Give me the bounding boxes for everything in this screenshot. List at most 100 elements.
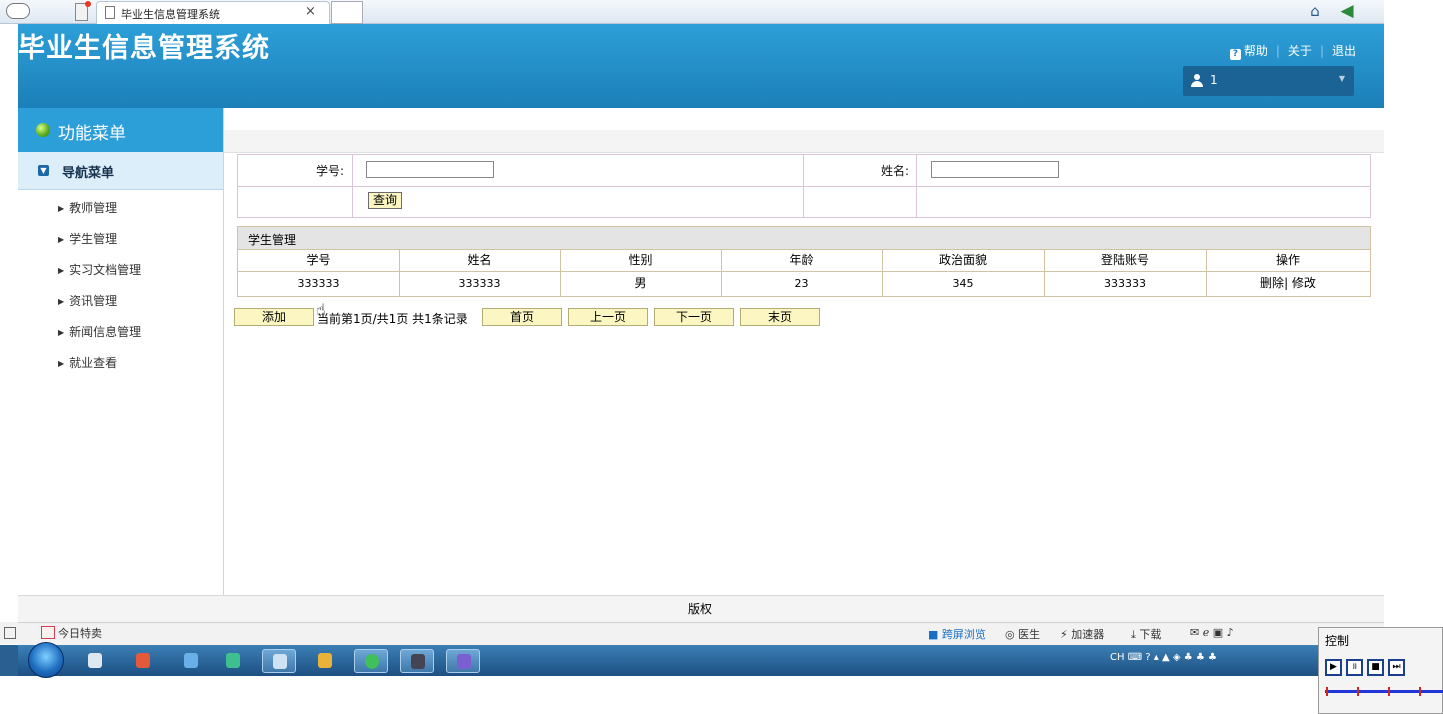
taskbar-app[interactable] bbox=[354, 649, 388, 673]
exit-icon[interactable] bbox=[4, 627, 16, 639]
taskbar-app[interactable] bbox=[78, 649, 112, 673]
collapse-icon[interactable]: ▼ bbox=[38, 165, 49, 176]
progress-marker bbox=[1326, 687, 1328, 696]
progress-marker bbox=[1419, 687, 1421, 696]
accelerator-item[interactable]: ⚡ 加速器 bbox=[1060, 626, 1104, 642]
nav-menu-header[interactable]: ▼ 导航菜单 bbox=[18, 152, 223, 190]
progress-marker bbox=[1357, 687, 1359, 696]
sidebar-item-student[interactable]: ▶ 学生管理 bbox=[58, 230, 117, 247]
user-dropdown[interactable]: 1 ▼ bbox=[1183, 66, 1354, 96]
cloud-icon[interactable] bbox=[6, 3, 30, 19]
stop-icon[interactable]: ■ bbox=[1367, 659, 1384, 676]
toolbar-icons[interactable]: ✉ ℯ ▣ ♪ bbox=[1190, 626, 1234, 639]
student-id-input[interactable] bbox=[366, 161, 494, 178]
logout-link[interactable]: 退出 bbox=[1332, 44, 1356, 58]
doctor-item[interactable]: ◎ 医生 bbox=[1005, 626, 1040, 642]
divider bbox=[1206, 250, 1207, 296]
cell-political-status: 345 bbox=[952, 277, 974, 290]
taskbar-app[interactable] bbox=[262, 649, 296, 673]
divider bbox=[238, 186, 1370, 187]
status-item-label: 医生 bbox=[1018, 628, 1041, 641]
close-tab-icon[interactable]: × bbox=[305, 4, 316, 19]
language-indicator[interactable]: CH bbox=[1110, 652, 1125, 663]
home-icon[interactable]: ⌂ bbox=[1306, 2, 1324, 20]
delete-link[interactable]: 删除 bbox=[1260, 276, 1284, 290]
media-control-title: 控制 bbox=[1325, 634, 1350, 648]
browser-tab-bar: 毕业生信息管理系统 × ⌂ ◀ bbox=[0, 0, 1384, 24]
sidebar-item-teacher[interactable]: ▶ 教师管理 bbox=[58, 199, 117, 216]
last-page-button[interactable]: 末页 bbox=[740, 308, 820, 326]
left-dock-taskbar bbox=[0, 645, 18, 676]
sidebar-item-label: 学生管理 bbox=[69, 232, 118, 246]
divider bbox=[560, 250, 561, 296]
status-item-label: 跨屏浏览 bbox=[941, 628, 986, 641]
first-page-button[interactable]: 首页 bbox=[482, 308, 562, 326]
sidebar-item-internship-docs[interactable]: ▶ 实习文档管理 bbox=[58, 261, 141, 278]
cross-screen-browse[interactable]: ■ 跨屏浏览 bbox=[928, 626, 986, 642]
play-icon[interactable]: ▶ bbox=[1325, 659, 1342, 676]
next-page-button[interactable]: 下一页 bbox=[654, 308, 734, 326]
gem-icon bbox=[36, 123, 50, 137]
explorer-icon bbox=[273, 654, 287, 669]
main-top-strip bbox=[224, 108, 1384, 153]
taskbar-app[interactable] bbox=[216, 649, 250, 673]
student-id-label: 学号: bbox=[315, 164, 344, 178]
function-menu-header: 功能菜单 bbox=[18, 108, 223, 152]
taskbar-app[interactable] bbox=[400, 649, 434, 673]
help-link[interactable]: 帮助 bbox=[1244, 44, 1268, 58]
prev-page-button[interactable]: 上一页 bbox=[568, 308, 648, 326]
progress-marker bbox=[1388, 687, 1390, 696]
sidebar-item-employment[interactable]: ▶ 就业查看 bbox=[58, 354, 117, 371]
sidebar-item-news[interactable]: ▶ 新闻信息管理 bbox=[58, 323, 141, 340]
column-header: 姓名 bbox=[467, 253, 492, 267]
sidebar-item-info[interactable]: ▶ 资讯管理 bbox=[58, 292, 117, 309]
top-links: ? 帮助 | 关于 | 退出 bbox=[1229, 42, 1356, 60]
new-tab-button[interactable] bbox=[331, 1, 363, 24]
today-deals-link[interactable]: 今日特卖 bbox=[58, 625, 102, 641]
paint-icon bbox=[136, 653, 150, 668]
page-info: 当前第1页/共1页 共1条记录 bbox=[317, 312, 468, 326]
browser-tab[interactable]: 毕业生信息管理系统 × bbox=[96, 1, 330, 24]
query-button[interactable]: 查询 bbox=[368, 192, 402, 209]
add-button[interactable]: 添加 bbox=[234, 308, 314, 326]
page-icon bbox=[105, 6, 115, 19]
app-title: 毕业生信息管理系统 bbox=[18, 33, 270, 64]
function-menu-title: 功能菜单 bbox=[58, 124, 126, 144]
folder-icon bbox=[318, 653, 332, 668]
browser-status-bar: ■ 跨屏浏览 ◎ 医生 ⚡ 加速器 ⤓ 下载 ✉ ℯ ▣ ♪ bbox=[18, 622, 1384, 645]
edit-link[interactable]: 修改 bbox=[1292, 276, 1316, 290]
next-icon[interactable]: ⏭ bbox=[1388, 659, 1405, 676]
column-header: 年龄 bbox=[789, 253, 814, 267]
page-footer: 版权 bbox=[18, 595, 1384, 622]
sidebar-item-label: 新闻信息管理 bbox=[69, 325, 142, 339]
divider: | bbox=[1319, 44, 1324, 58]
taskbar-app[interactable] bbox=[308, 649, 342, 673]
divider bbox=[721, 250, 722, 296]
browser-icon bbox=[365, 654, 379, 669]
phone-icon[interactable] bbox=[75, 1, 91, 21]
gift-icon[interactable] bbox=[41, 626, 55, 639]
about-link[interactable]: 关于 bbox=[1288, 44, 1312, 58]
help-icon: ? bbox=[1229, 49, 1241, 60]
taskbar-app[interactable] bbox=[126, 649, 160, 673]
cell-account: 333333 bbox=[1104, 277, 1146, 290]
back-arrow-icon[interactable]: ◀ bbox=[1336, 1, 1358, 21]
taskbar-app[interactable] bbox=[174, 649, 208, 673]
media-progress-bar[interactable] bbox=[1325, 690, 1443, 693]
name-input[interactable] bbox=[931, 161, 1059, 178]
divider bbox=[399, 250, 400, 296]
download-item[interactable]: ⤓ 下载 bbox=[1131, 626, 1161, 642]
table-header-row: 学号 姓名 性别 年龄 政治面貌 登陆账号 操作 bbox=[238, 250, 1370, 272]
start-button[interactable] bbox=[28, 642, 64, 678]
taskbar-app[interactable] bbox=[446, 649, 480, 673]
app-icon bbox=[411, 654, 425, 669]
ie-icon bbox=[184, 653, 198, 668]
name-label: 姓名: bbox=[880, 164, 909, 178]
column-header: 操作 bbox=[1275, 253, 1300, 267]
sidebar-item-label: 就业查看 bbox=[69, 356, 118, 370]
user-name: 1 bbox=[1210, 73, 1218, 87]
triangle-right-icon: ▶ bbox=[58, 359, 65, 368]
triangle-right-icon: ▶ bbox=[58, 266, 65, 275]
triangle-right-icon: ▶ bbox=[58, 297, 65, 306]
pause-icon[interactable]: ॥ bbox=[1346, 659, 1363, 676]
